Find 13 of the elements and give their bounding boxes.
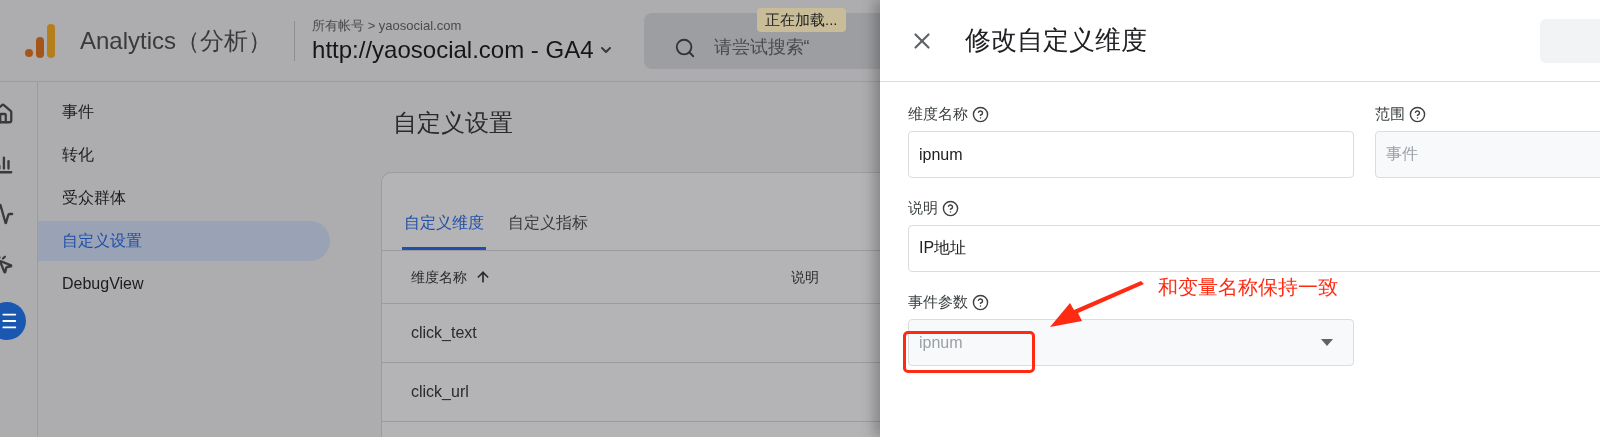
annotation-text: 和变量名称保持一致 — [1158, 275, 1338, 300]
field-label: 说明 — [908, 197, 938, 218]
field-label: 范围 — [1375, 103, 1405, 124]
table-cell-text: click_url — [411, 382, 469, 402]
drawer-title: 修改自定义维度 — [965, 24, 1147, 57]
field-label: 维度名称 — [908, 103, 968, 124]
table-cell-text: click_text — [411, 323, 477, 343]
loading-tooltip: 正在加载... — [757, 8, 846, 32]
field-label: 事件参数 — [908, 291, 968, 312]
search-placeholder: 请尝试搜索“ — [713, 36, 810, 59]
page-title: 自定义设置 — [393, 108, 514, 138]
select-value: ipnum — [919, 332, 963, 353]
app-name: Analytics（分析） — [80, 25, 273, 56]
